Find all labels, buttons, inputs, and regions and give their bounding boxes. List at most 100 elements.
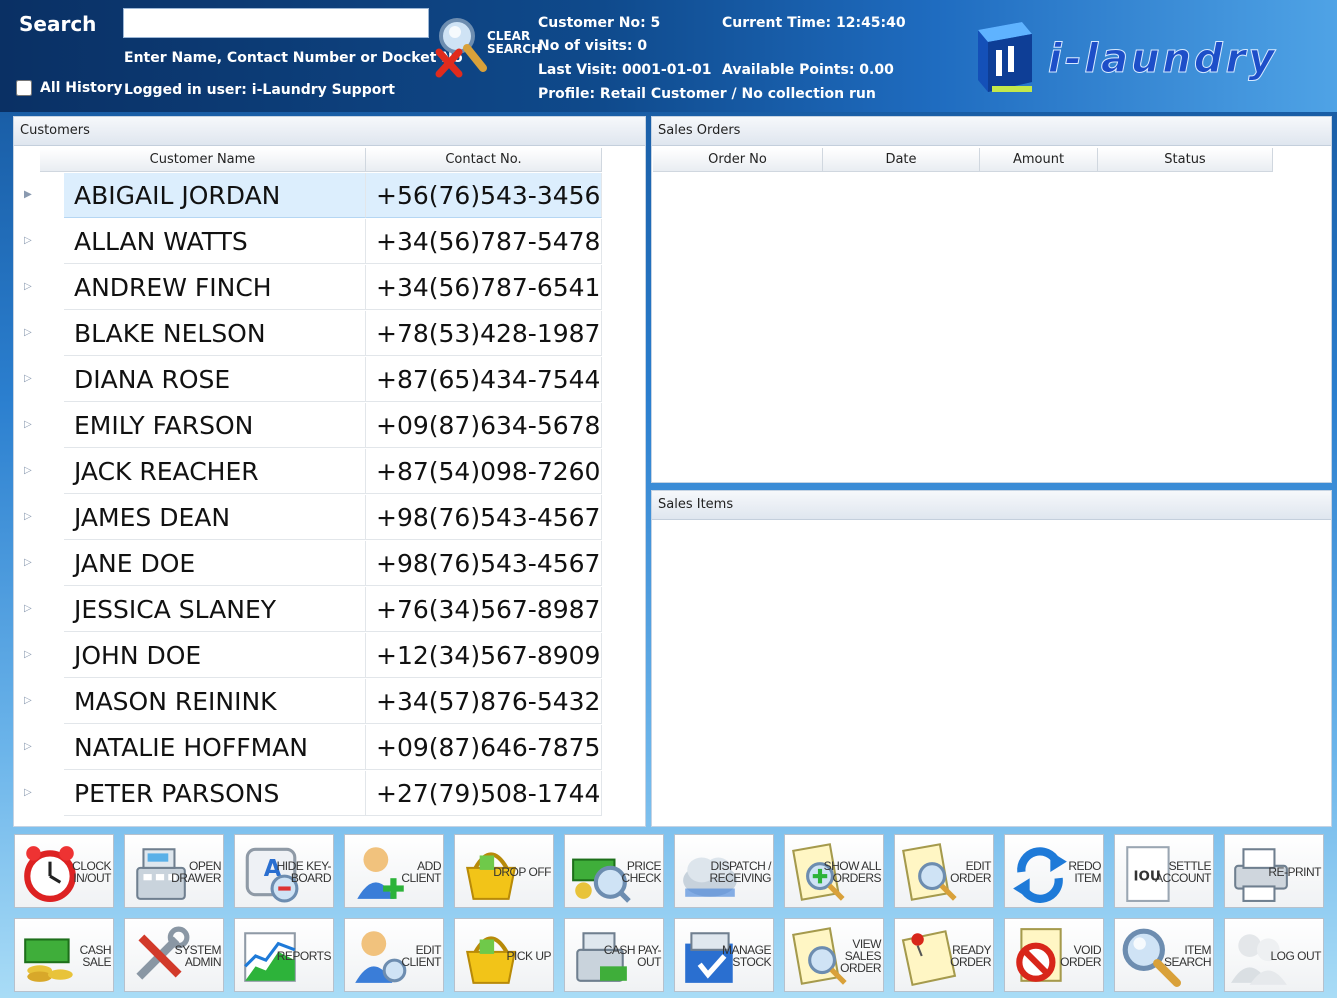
expand-arrow-icon[interactable]: ▷ <box>24 511 32 522</box>
customer-name-cell[interactable]: ANDREW FINCH <box>64 265 366 310</box>
expand-arrow-icon[interactable]: ▷ <box>24 695 32 706</box>
row-indicator[interactable]: ▷ <box>14 633 64 679</box>
customer-row[interactable]: ▷ JANE DOE +98(76)543-4567 <box>14 541 604 587</box>
row-indicator[interactable]: ▷ <box>14 679 64 725</box>
contact-number-cell[interactable]: +27(79)508-1744 <box>366 771 602 816</box>
settle-account-button[interactable]: IOU SETTLE ACCOUNT <box>1114 834 1214 908</box>
expand-arrow-icon[interactable]: ▷ <box>24 465 32 476</box>
expand-arrow-icon[interactable]: ▷ <box>24 557 32 568</box>
customer-name-cell[interactable]: DIANA ROSE <box>64 357 366 402</box>
column-contact-no[interactable]: Contact No. <box>366 148 602 172</box>
column-status[interactable]: Status <box>1098 148 1273 172</box>
contact-number-cell[interactable]: +12(34)567-8909 <box>366 633 602 678</box>
column-customer-name[interactable]: Customer Name <box>40 148 366 172</box>
clock-in-out-button[interactable]: CLOCK IN/OUT <box>14 834 114 908</box>
column-amount[interactable]: Amount <box>980 148 1098 172</box>
customer-name-cell[interactable]: ALLAN WATTS <box>64 219 366 264</box>
customer-name-cell[interactable]: PETER PARSONS <box>64 771 366 816</box>
clear-search-button[interactable]: CLEAR SEARCH <box>433 14 541 84</box>
customer-name-cell[interactable]: BLAKE NELSON <box>64 311 366 356</box>
dispatch-receiving-button[interactable]: DISPATCH / RECEIVING <box>674 834 774 908</box>
customer-row[interactable]: ▷ JAMES DEAN +98(76)543-4567 <box>14 495 604 541</box>
ready-order-button[interactable]: READY ORDER <box>894 918 994 992</box>
expand-arrow-icon[interactable]: ▷ <box>24 741 32 752</box>
customer-row[interactable]: ▷ NATALIE HOFFMAN +09(87)646-7875 <box>14 725 604 771</box>
contact-number-cell[interactable]: +98(76)543-4567 <box>366 541 602 586</box>
customer-name-cell[interactable]: NATALIE HOFFMAN <box>64 725 366 770</box>
expand-arrow-icon[interactable]: ▷ <box>24 603 32 614</box>
contact-number-cell[interactable]: +98(76)543-4567 <box>366 495 602 540</box>
hide-key-board-button[interactable]: A HIDE KEY-BOARD <box>234 834 334 908</box>
customer-name-cell[interactable]: JOHN DOE <box>64 633 366 678</box>
row-indicator[interactable]: ▷ <box>14 495 64 541</box>
edit-order-button[interactable]: EDIT ORDER <box>894 834 994 908</box>
customer-name-cell[interactable]: EMILY FARSON <box>64 403 366 448</box>
expand-arrow-icon[interactable]: ▷ <box>24 235 32 246</box>
customer-row[interactable]: ▷ PETER PARSONS +27(79)508-1744 <box>14 771 604 817</box>
row-indicator[interactable]: ▷ <box>14 771 64 817</box>
pick-up-button[interactable]: PICK UP <box>454 918 554 992</box>
reports-button[interactable]: REPORTS <box>234 918 334 992</box>
customer-row[interactable]: ▷ ALLAN WATTS +34(56)787-5478 <box>14 219 604 265</box>
expand-arrow-icon[interactable]: ▷ <box>24 649 32 660</box>
open-drawer-button[interactable]: OPEN DRAWER <box>124 834 224 908</box>
row-indicator[interactable]: ▷ <box>14 265 64 311</box>
column-date[interactable]: Date <box>823 148 980 172</box>
row-indicator[interactable]: ▷ <box>14 541 64 587</box>
system-admin-button[interactable]: SYSTEM ADMIN <box>124 918 224 992</box>
customer-row[interactable]: ▷ ▶ ABIGAIL JORDAN +56(76)543-3456 <box>14 173 604 219</box>
redo-item-button[interactable]: REDO ITEM <box>1004 834 1104 908</box>
contact-number-cell[interactable]: +34(56)787-5478 <box>366 219 602 264</box>
customer-row[interactable]: ▷ MASON REININK +34(57)876-5432 <box>14 679 604 725</box>
show-all-orders-button[interactable]: SHOW ALL ORDERS <box>784 834 884 908</box>
view-sales-order-button[interactable]: VIEW SALES ORDER <box>784 918 884 992</box>
contact-number-cell[interactable]: +09(87)634-5678 <box>366 403 602 448</box>
row-indicator[interactable]: ▷ <box>14 219 64 265</box>
customer-row[interactable]: ▷ DIANA ROSE +87(65)434-7544 <box>14 357 604 403</box>
expand-arrow-icon[interactable]: ▷ <box>24 419 32 430</box>
customer-row[interactable]: ▷ BLAKE NELSON +78(53)428-1987 <box>14 311 604 357</box>
log-out-button[interactable]: LOG OUT <box>1224 918 1324 992</box>
row-indicator[interactable]: ▷ <box>14 587 64 633</box>
manage-stock-button[interactable]: MANAGE STOCK <box>674 918 774 992</box>
contact-number-cell[interactable]: +56(76)543-3456 <box>366 173 602 218</box>
expand-arrow-icon[interactable]: ▷ <box>24 281 32 292</box>
all-history-checkbox[interactable] <box>16 80 32 96</box>
customer-name-cell[interactable]: ABIGAIL JORDAN <box>64 173 366 218</box>
contact-number-cell[interactable]: +87(54)098-7260 <box>366 449 602 494</box>
expand-arrow-icon[interactable]: ▷ <box>24 327 32 338</box>
edit-client-button[interactable]: EDIT CLIENT <box>344 918 444 992</box>
contact-number-cell[interactable]: +34(56)787-6541 <box>366 265 602 310</box>
customer-row[interactable]: ▷ EMILY FARSON +09(87)634-5678 <box>14 403 604 449</box>
expand-arrow-icon[interactable]: ▷ <box>24 373 32 384</box>
re-print-button[interactable]: RE-PRINT <box>1224 834 1324 908</box>
row-indicator[interactable]: ▷ ▶ <box>14 173 64 219</box>
contact-number-cell[interactable]: +78(53)428-1987 <box>366 311 602 356</box>
customer-name-cell[interactable]: JANE DOE <box>64 541 366 586</box>
row-indicator[interactable]: ▷ <box>14 725 64 771</box>
row-indicator[interactable]: ▷ <box>14 449 64 495</box>
contact-number-cell[interactable]: +09(87)646-7875 <box>366 725 602 770</box>
contact-number-cell[interactable]: +76(34)567-8987 <box>366 587 602 632</box>
search-input[interactable] <box>123 8 429 38</box>
customer-name-cell[interactable]: JACK REACHER <box>64 449 366 494</box>
contact-number-cell[interactable]: +87(65)434-7544 <box>366 357 602 402</box>
price-check-button[interactable]: PRICE CHECK <box>564 834 664 908</box>
customer-row[interactable]: ▷ JOHN DOE +12(34)567-8909 <box>14 633 604 679</box>
drop-off-button[interactable]: DROP OFF <box>454 834 554 908</box>
row-indicator[interactable]: ▷ <box>14 403 64 449</box>
customer-row[interactable]: ▷ JACK REACHER +87(54)098-7260 <box>14 449 604 495</box>
customer-name-cell[interactable]: JAMES DEAN <box>64 495 366 540</box>
add-client-button[interactable]: ADD CLIENT <box>344 834 444 908</box>
cash-pay-out-button[interactable]: CASH PAY-OUT <box>564 918 664 992</box>
column-order-no[interactable]: Order No <box>653 148 823 172</box>
cash-sale-button[interactable]: CASH SALE <box>14 918 114 992</box>
customer-row[interactable]: ▷ JESSICA SLANEY +76(34)567-8987 <box>14 587 604 633</box>
customer-row[interactable]: ▷ ANDREW FINCH +34(56)787-6541 <box>14 265 604 311</box>
contact-number-cell[interactable]: +34(57)876-5432 <box>366 679 602 724</box>
item-search-button[interactable]: ITEM SEARCH <box>1114 918 1214 992</box>
customer-name-cell[interactable]: JESSICA SLANEY <box>64 587 366 632</box>
customer-name-cell[interactable]: MASON REININK <box>64 679 366 724</box>
expand-arrow-icon[interactable]: ▷ <box>24 787 32 798</box>
void-order-button[interactable]: VOID ORDER <box>1004 918 1104 992</box>
